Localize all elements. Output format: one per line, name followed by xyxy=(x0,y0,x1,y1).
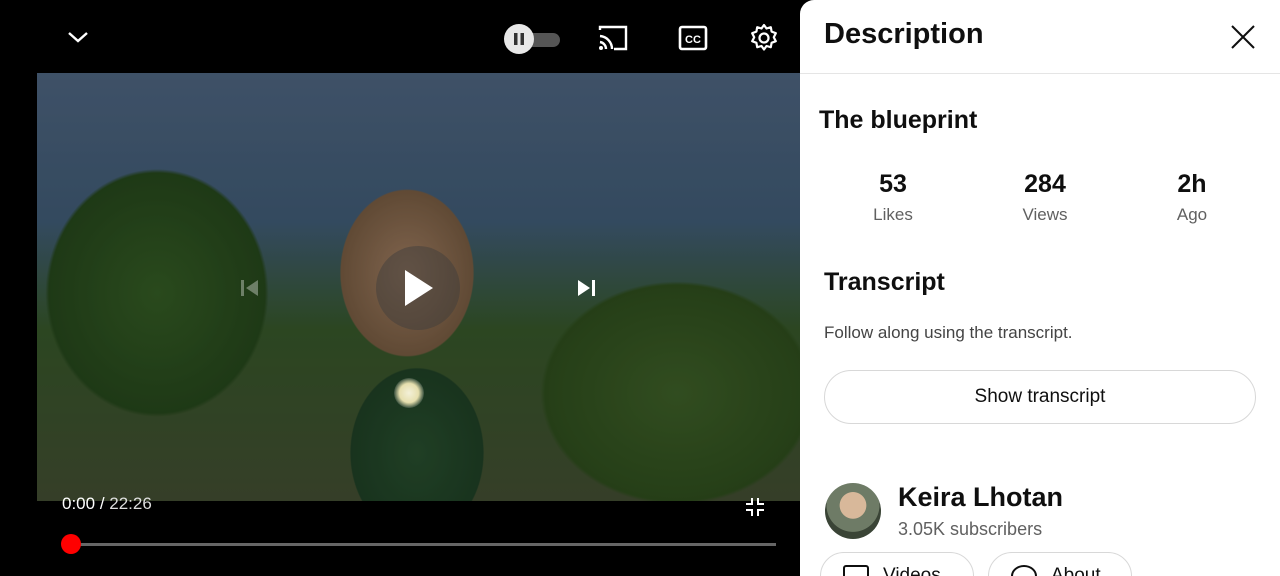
svg-text:CC: CC xyxy=(685,34,701,46)
about-button[interactable]: About xyxy=(988,552,1132,576)
stat-likes: 53 Likes xyxy=(833,170,953,225)
videos-button[interactable]: Videos xyxy=(820,552,974,576)
video-title: The blueprint xyxy=(819,106,978,134)
account-icon xyxy=(1011,565,1037,576)
minimize-chevron-icon[interactable] xyxy=(62,22,94,52)
cast-icon[interactable] xyxy=(594,22,632,54)
about-button-label: About xyxy=(1051,565,1101,576)
stat-likes-label: Likes xyxy=(873,205,913,224)
show-transcript-button[interactable]: Show transcript xyxy=(824,370,1256,424)
video-icon xyxy=(843,565,869,576)
transcript-subtitle: Follow along using the transcript. xyxy=(824,323,1073,342)
stat-views-value: 284 xyxy=(1024,170,1066,198)
video-player[interactable]: CC 0:00 / 22:26 xyxy=(0,0,800,576)
subscriber-count: 3.05K subscribers xyxy=(898,519,1043,539)
transcript-heading: Transcript xyxy=(824,268,945,296)
time-current: 0:00 xyxy=(62,494,96,513)
progress-bar[interactable] xyxy=(70,543,776,546)
channel-avatar[interactable] xyxy=(825,483,881,539)
captions-icon[interactable]: CC xyxy=(674,22,712,54)
description-panel: Description The blueprint 53 Likes 284 V… xyxy=(800,0,1280,576)
time-separator: / xyxy=(95,494,110,513)
stat-ago-value: 2h xyxy=(1177,170,1207,198)
close-icon[interactable] xyxy=(1226,20,1260,54)
stat-ago: 2h Ago xyxy=(1132,170,1252,225)
exit-fullscreen-icon[interactable] xyxy=(742,494,768,520)
play-icon xyxy=(405,270,433,306)
stat-views-label: Views xyxy=(1022,205,1068,224)
previous-video-icon xyxy=(232,270,268,306)
panel-header: Description xyxy=(800,0,1280,74)
time-duration: 22:26 xyxy=(109,494,152,513)
channel-name[interactable]: Keira Lhotan xyxy=(898,482,1063,513)
settings-gear-icon[interactable] xyxy=(746,20,782,56)
stat-ago-label: Ago xyxy=(1176,205,1208,224)
videos-button-label: Videos xyxy=(883,565,941,576)
play-button[interactable] xyxy=(376,246,460,330)
autoplay-pause-icon xyxy=(504,24,534,54)
stat-likes-value: 53 xyxy=(879,170,907,198)
stat-views: 284 Views xyxy=(985,170,1105,225)
tap-indicator xyxy=(394,378,424,408)
autoplay-toggle[interactable] xyxy=(504,24,560,54)
progress-scrubber[interactable] xyxy=(61,534,81,554)
time-display: 0:00 / 22:26 xyxy=(62,494,152,514)
next-video-icon[interactable] xyxy=(568,270,604,306)
panel-title: Description xyxy=(824,18,984,50)
